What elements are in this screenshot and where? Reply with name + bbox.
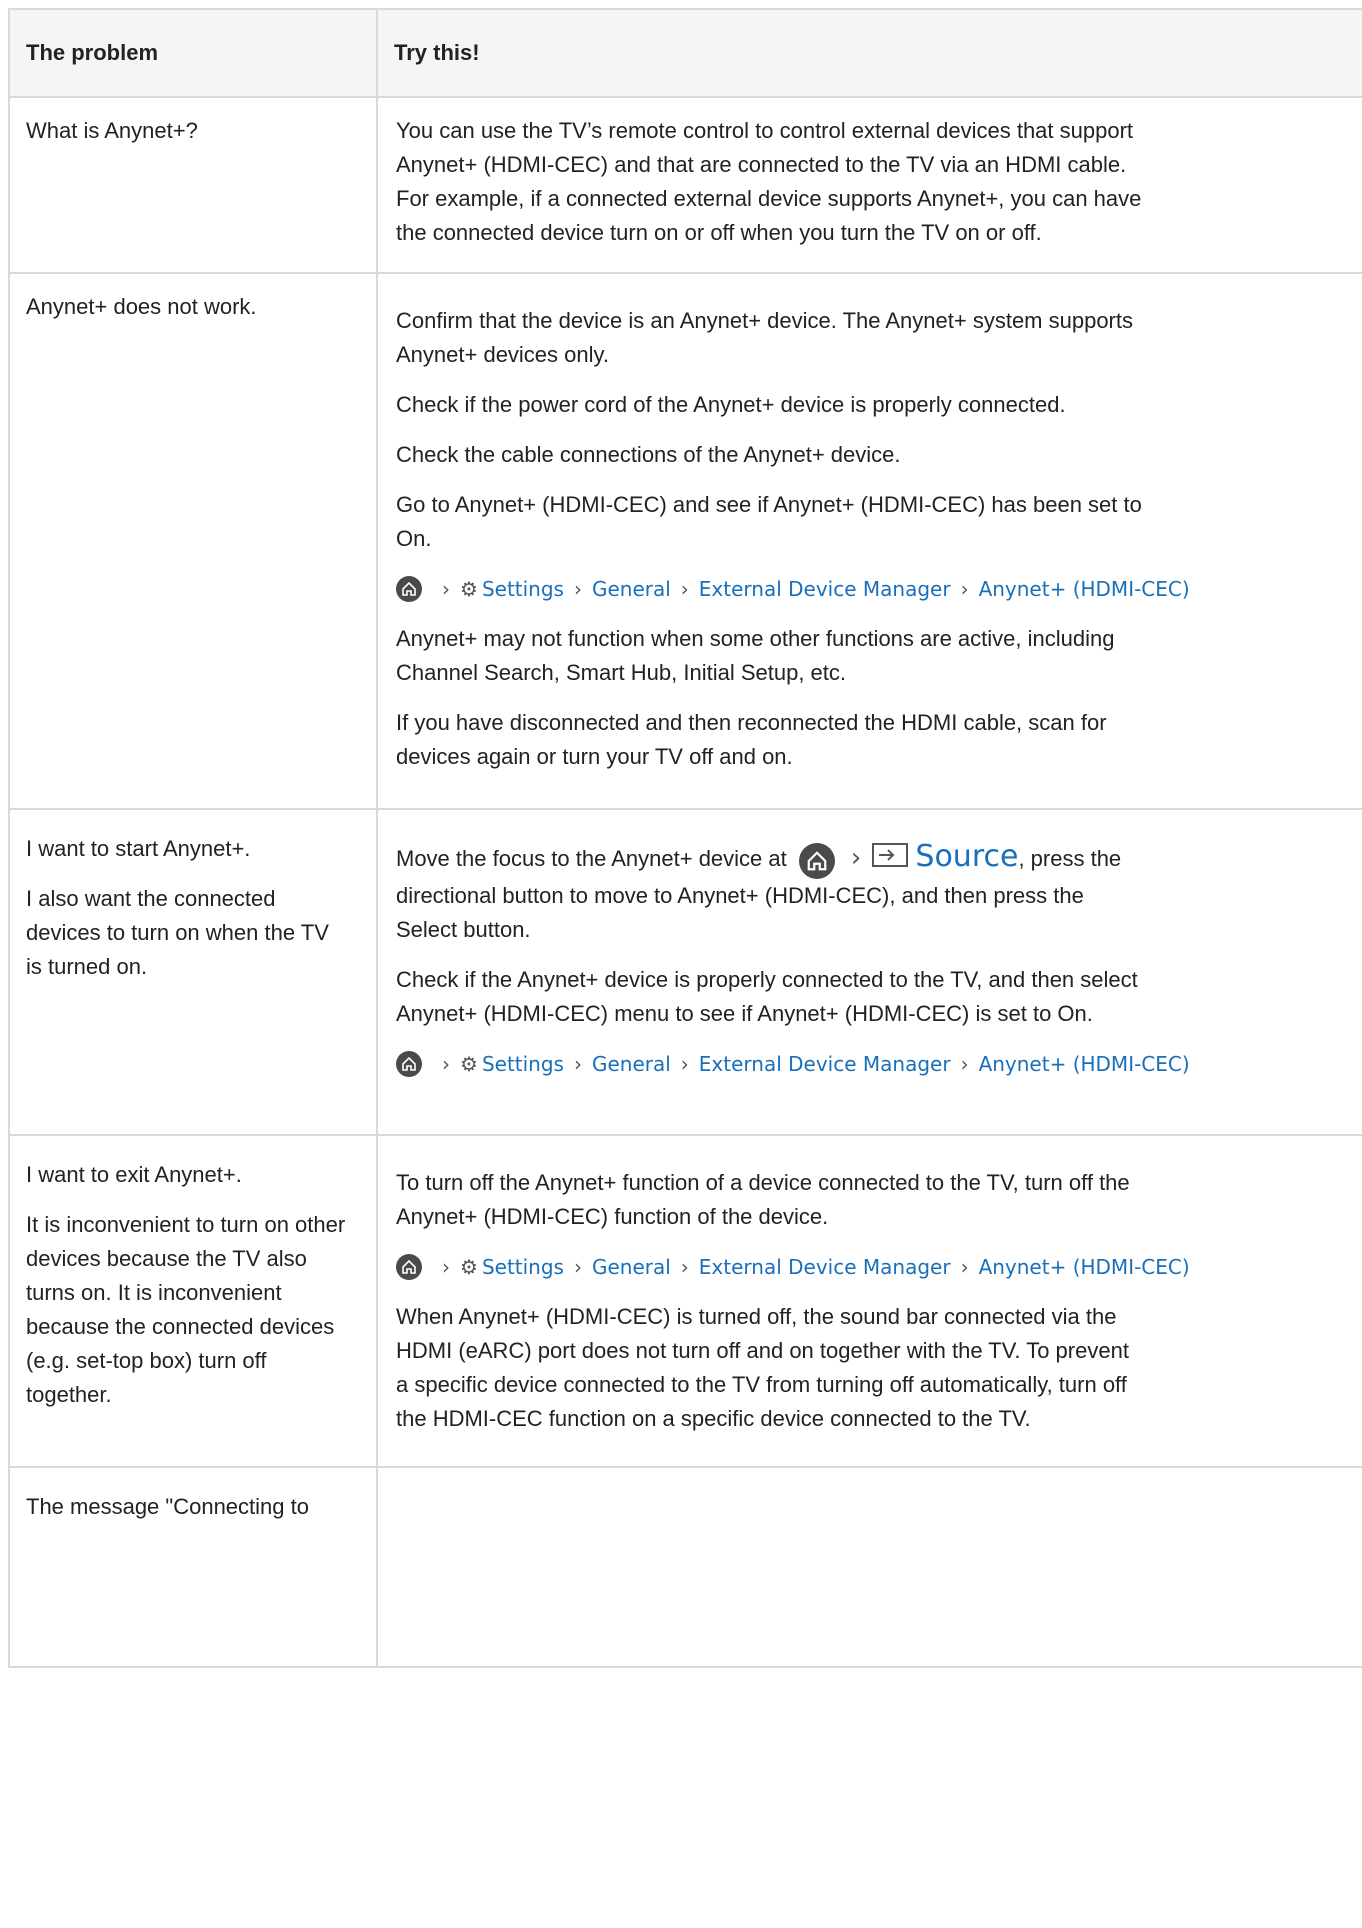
chevron-right-icon: › [573, 1052, 582, 1076]
problem-cell: I want to exit Anynet+. It is inconvenie… [8, 1134, 378, 1468]
solution-cell: To turn off the Anynet+ function of a de… [376, 1134, 1362, 1468]
home-icon [798, 843, 835, 879]
path-general[interactable]: General [592, 1250, 671, 1284]
path-settings[interactable]: Settings [482, 1047, 564, 1081]
gear-icon: ⚙ [460, 1052, 478, 1076]
path-anynet[interactable]: Anynet+ (HDMI-CEC) [979, 1047, 1190, 1081]
solution-text: You can use the TV’s remote control to c… [396, 118, 1142, 245]
gear-icon: ⚙ [460, 1255, 478, 1279]
chevron-right-icon: › [573, 577, 582, 601]
chevron-right-icon: › [960, 577, 969, 601]
path-external-device-manager[interactable]: External Device Manager [699, 572, 951, 606]
path-external-device-manager[interactable]: External Device Manager [699, 1047, 951, 1081]
chevron-right-icon: › [960, 1052, 969, 1076]
menu-path: › ⚙ Settings › General › External Device… [396, 572, 1361, 606]
path-external-device-manager[interactable]: External Device Manager [699, 1250, 951, 1284]
chevron-right-icon: › [442, 1255, 450, 1279]
path-settings[interactable]: Settings [482, 572, 564, 606]
problem-text: It is inconvenient to turn on other devic… [26, 1212, 346, 1407]
solution-text: When Anynet+ (HDMI-CEC) is turned off, t… [396, 1304, 1129, 1431]
gear-icon: ⚙ [460, 577, 478, 601]
table-header-row: The problem Try this! [8, 8, 1362, 98]
header-problem: The problem [8, 8, 378, 98]
table-row: What is Anynet+? You can use the TV’s re… [8, 96, 1362, 274]
solution-cell [376, 1466, 1362, 1668]
source-label[interactable]: Source [915, 839, 1018, 874]
solution-text: Check if the Anynet+ device is properly … [396, 967, 1138, 1026]
path-anynet[interactable]: Anynet+ (HDMI-CEC) [979, 1250, 1190, 1284]
path-settings[interactable]: Settings [482, 1250, 564, 1284]
header-try-this: Try this! [376, 8, 1362, 98]
chevron-right-icon: › [850, 843, 862, 873]
source-icon [871, 842, 909, 878]
solution-cell: Confirm that the device is an Anynet+ de… [376, 272, 1362, 810]
home-icon [396, 1051, 422, 1077]
chevron-right-icon: › [442, 1052, 450, 1076]
chevron-right-icon: › [680, 1255, 689, 1279]
problem-cell: The message "Connecting to [8, 1466, 378, 1668]
problem-cell: Anynet+ does not work. [8, 272, 378, 810]
path-general[interactable]: General [592, 1047, 671, 1081]
problem-text: I also want the connected devices to turn… [26, 886, 329, 979]
table-row: I want to exit Anynet+. It is inconvenie… [8, 1134, 1362, 1468]
table-row: Anynet+ does not work. Confirm that the … [8, 272, 1362, 810]
troubleshooting-table-wrapper: The problem Try this! What is Anynet+? Y… [8, 8, 1362, 1668]
solution-text: Move the focus to the Anynet+ device at … [396, 839, 1122, 943]
chevron-right-icon: › [573, 1255, 582, 1279]
chevron-right-icon: › [442, 577, 450, 601]
problem-text: I want to exit Anynet+. [26, 1162, 242, 1187]
problem-text: The message "Connecting to [26, 1494, 309, 1519]
table-row: I want to start Anynet+. I also want the… [8, 808, 1362, 1136]
solution-cell: You can use the TV’s remote control to c… [376, 96, 1362, 274]
problem-text: Anynet+ does not work. [26, 294, 257, 319]
solution-cell: Move the focus to the Anynet+ device at … [376, 808, 1362, 1136]
chevron-right-icon: › [960, 1255, 969, 1279]
solution-text: Go to Anynet+ (HDMI-CEC) and see if Anyn… [396, 492, 1142, 551]
chevron-right-icon: › [680, 577, 689, 601]
menu-path: › ⚙ Settings › General › External Device… [396, 1047, 1361, 1081]
troubleshooting-table: The problem Try this! What is Anynet+? Y… [8, 8, 1362, 1668]
solution-text: Anynet+ may not function when some other… [396, 626, 1115, 685]
table-row: The message "Connecting to [8, 1466, 1362, 1668]
problem-text: I want to start Anynet+. [26, 836, 251, 861]
path-anynet[interactable]: Anynet+ (HDMI-CEC) [979, 572, 1190, 606]
path-general[interactable]: General [592, 572, 671, 606]
chevron-right-icon: › [680, 1052, 689, 1076]
menu-path: › ⚙ Settings › General › External Device… [396, 1250, 1361, 1284]
problem-cell: What is Anynet+? [8, 96, 378, 274]
home-icon [396, 1254, 422, 1280]
problem-text: What is Anynet+? [26, 118, 198, 143]
solution-text: To turn off the Anynet+ function of a de… [396, 1170, 1130, 1229]
solution-text: Check the cable connections of the Anyne… [396, 442, 901, 467]
problem-cell: I want to start Anynet+. I also want the… [8, 808, 378, 1136]
solution-text: Check if the power cord of the Anynet+ d… [396, 392, 1066, 417]
solution-text: Confirm that the device is an Anynet+ de… [396, 308, 1133, 367]
solution-text: If you have disconnected and then reconn… [396, 710, 1107, 769]
home-icon [396, 576, 422, 602]
